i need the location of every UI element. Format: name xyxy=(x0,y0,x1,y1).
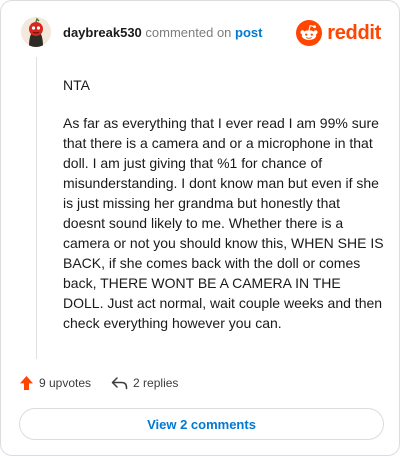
reddit-logo[interactable]: reddit xyxy=(296,19,381,47)
upvote-button[interactable]: 9 upvotes xyxy=(19,375,91,391)
post-link[interactable]: post xyxy=(235,25,262,40)
reply-button[interactable]: 2 replies xyxy=(111,376,178,390)
username[interactable]: daybreak530 xyxy=(63,25,142,40)
brand-wordmark: reddit xyxy=(327,22,381,44)
avatar[interactable] xyxy=(21,17,51,47)
comment-card: daybreak530 commented on post reddit NTA… xyxy=(0,0,400,456)
thread-line[interactable] xyxy=(36,57,37,359)
comment-actions: 9 upvotes 2 replies xyxy=(19,373,178,393)
reply-count: 2 replies xyxy=(133,376,179,390)
reddit-alien-icon xyxy=(296,20,323,46)
comment-body: NTA As far as everything that I ever rea… xyxy=(63,75,385,351)
action-text: commented on xyxy=(145,25,232,40)
reply-arrow-icon xyxy=(111,377,128,390)
upvote-count: 9 upvotes xyxy=(39,376,92,390)
view-comments-button[interactable]: View 2 comments xyxy=(19,408,384,440)
comment-paragraph: As far as everything that I ever read I … xyxy=(63,115,384,331)
comment-meta: daybreak530 commented on post xyxy=(63,25,262,41)
comment-header: daybreak530 commented on post reddit xyxy=(1,1,399,67)
comment-paragraph: NTA xyxy=(63,77,90,93)
upvote-arrow-icon xyxy=(20,376,33,390)
